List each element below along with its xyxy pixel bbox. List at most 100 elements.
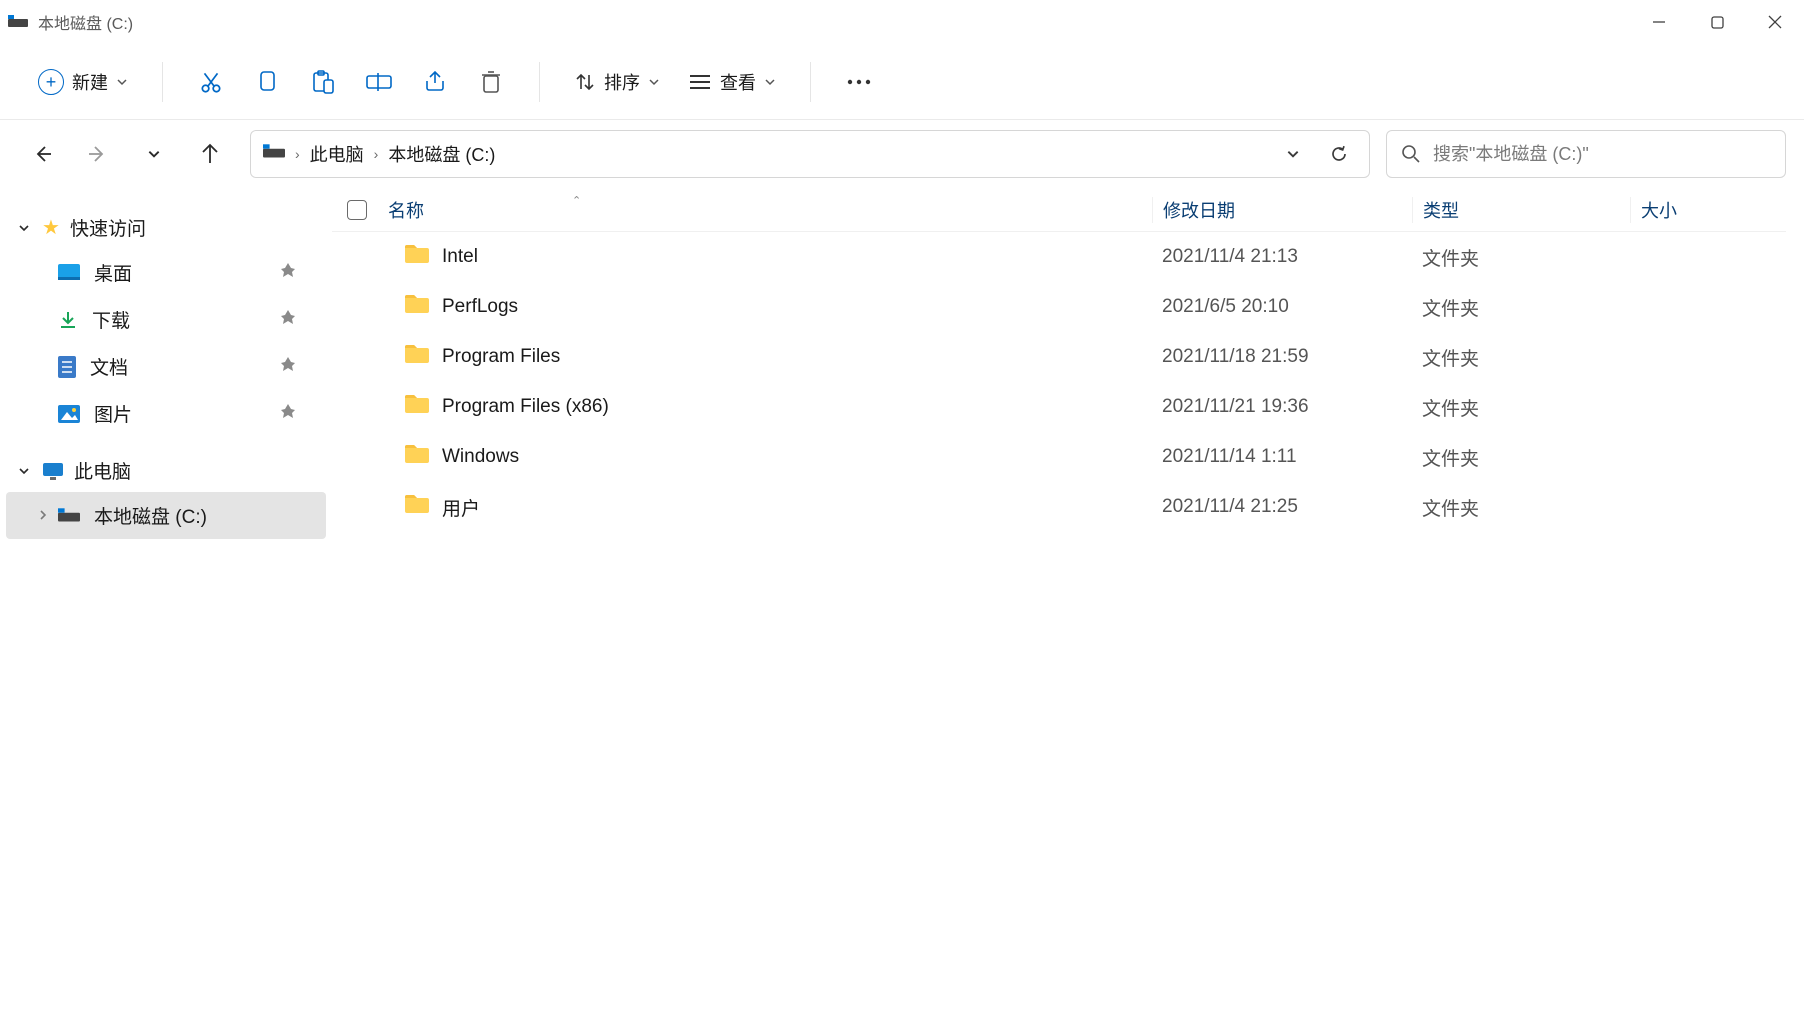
delete-button[interactable]: [463, 54, 519, 110]
drive-icon: [8, 15, 28, 29]
sidebar-item-label: 下载: [92, 306, 130, 333]
this-pc-label: 此电脑: [74, 457, 131, 484]
sidebar-item-label: 本地磁盘 (C:): [94, 502, 207, 529]
chevron-right-icon: ›: [374, 146, 379, 162]
this-pc-section: 此电脑 本地磁盘 (C:): [0, 449, 332, 539]
desktop-icon: [58, 264, 80, 282]
sidebar-item-pictures[interactable]: 图片: [0, 390, 332, 437]
folder-icon: [404, 444, 430, 470]
file-row[interactable]: Windows2021/11/14 1:11文件夹: [332, 432, 1786, 482]
forward-button[interactable]: [84, 140, 112, 168]
file-name: PerfLogs: [442, 296, 518, 318]
file-type: 文件夹: [1422, 299, 1479, 320]
folder-icon: [404, 244, 430, 270]
sidebar-item-documents[interactable]: 文档: [0, 343, 332, 390]
file-type: 文件夹: [1422, 499, 1479, 520]
sidebar-item-downloads[interactable]: 下载: [0, 296, 332, 343]
window-title: 本地磁盘 (C:): [38, 10, 133, 34]
file-row[interactable]: Intel2021/11/4 21:13文件夹: [332, 232, 1786, 282]
chevron-down-icon: [116, 76, 128, 88]
sort-button[interactable]: 排序: [560, 54, 674, 110]
chevron-down-icon: [764, 76, 776, 88]
sort-ascending-icon: ⌃: [572, 194, 581, 207]
copy-icon: [255, 69, 279, 95]
rename-button[interactable]: [351, 54, 407, 110]
close-button[interactable]: [1746, 0, 1804, 44]
breadcrumb-item[interactable]: 本地磁盘 (C:): [388, 141, 495, 167]
downloads-icon: [58, 310, 78, 330]
column-header-type[interactable]: 类型: [1412, 197, 1630, 223]
sidebar-item-desktop[interactable]: 桌面: [0, 249, 332, 296]
sidebar-item-local-disk-c[interactable]: 本地磁盘 (C:): [6, 492, 326, 539]
file-date: 2021/6/5 20:10: [1162, 296, 1289, 317]
sidebar-item-label: 桌面: [94, 259, 132, 286]
view-button[interactable]: 查看: [674, 54, 790, 110]
file-date: 2021/11/18 21:59: [1162, 346, 1309, 367]
minimize-button[interactable]: [1630, 0, 1688, 44]
navigation-pane: ★ 快速访问 桌面 下载 文档: [0, 188, 332, 1034]
delete-icon: [479, 69, 503, 95]
this-pc-header[interactable]: 此电脑: [0, 449, 332, 492]
separator: [162, 62, 163, 102]
sidebar-item-label: 文档: [90, 353, 128, 380]
chevron-down-icon: [16, 465, 32, 477]
folder-icon: [404, 394, 430, 420]
column-header-name[interactable]: 名称 ⌃: [382, 197, 1152, 223]
file-row[interactable]: PerfLogs 2021/6/5 20:10 文件夹: [332, 282, 1786, 332]
file-row[interactable]: 用户2021/11/4 21:25文件夹: [332, 482, 1786, 532]
column-header-date[interactable]: 修改日期: [1152, 197, 1412, 223]
more-button[interactable]: [831, 54, 887, 110]
paste-button[interactable]: [295, 54, 351, 110]
maximize-button[interactable]: [1688, 0, 1746, 44]
file-name: Intel: [442, 246, 478, 268]
column-header-size[interactable]: 大小: [1630, 197, 1786, 223]
file-date: 2021/11/4 21:25: [1162, 496, 1298, 517]
file-date: 2021/11/4 21:13: [1162, 246, 1298, 267]
file-name: Program Files: [442, 346, 560, 368]
file-list: 名称 ⌃ 修改日期 类型 大小 Intel2021/11/4 21:13文件夹P…: [332, 188, 1804, 1034]
breadcrumb-item[interactable]: 此电脑: [310, 141, 364, 167]
select-all-checkbox[interactable]: [347, 200, 367, 220]
sidebar-item-label: 图片: [94, 400, 132, 427]
share-button[interactable]: [407, 54, 463, 110]
copy-button[interactable]: [239, 54, 295, 110]
chevron-down-icon: [16, 222, 32, 234]
file-name: Windows: [442, 446, 519, 468]
folder-icon: [404, 344, 430, 370]
star-icon: ★: [42, 215, 60, 240]
file-type: 文件夹: [1422, 349, 1479, 370]
nav-buttons: [18, 140, 234, 168]
cut-button[interactable]: [183, 54, 239, 110]
pin-icon: [280, 262, 296, 284]
select-all-column[interactable]: [332, 200, 382, 220]
separator: [539, 62, 540, 102]
drive-icon: [263, 144, 285, 165]
back-button[interactable]: [28, 140, 56, 168]
file-date: 2021/11/21 19:36: [1162, 396, 1309, 417]
pin-icon: [280, 403, 296, 425]
up-button[interactable]: [196, 140, 224, 168]
quick-access-header[interactable]: ★ 快速访问: [0, 206, 332, 249]
search-input[interactable]: [1433, 144, 1771, 165]
pictures-icon: [58, 405, 80, 423]
file-type: 文件夹: [1422, 399, 1479, 420]
documents-icon: [58, 356, 76, 378]
address-dropdown-button[interactable]: [1275, 136, 1311, 172]
address-bar[interactable]: › 此电脑 › 本地磁盘 (C:): [250, 130, 1370, 178]
rename-icon: [365, 70, 393, 94]
paste-icon: [310, 69, 336, 95]
quick-access-label: 快速访问: [70, 214, 146, 241]
sort-label: 排序: [604, 69, 640, 95]
toolbar: + 新建 排序 查看: [0, 44, 1804, 120]
navigation-row: › 此电脑 › 本地磁盘 (C:): [0, 120, 1804, 188]
pin-icon: [280, 356, 296, 378]
recent-locations-button[interactable]: [140, 140, 168, 168]
new-button[interactable]: + 新建: [24, 54, 142, 110]
refresh-button[interactable]: [1321, 136, 1357, 172]
view-icon: [688, 72, 712, 92]
file-row[interactable]: Program Files (x86)2021/11/21 19:36文件夹: [332, 382, 1786, 432]
view-label: 查看: [720, 69, 756, 95]
search-bar[interactable]: [1386, 130, 1786, 178]
folder-icon: [404, 494, 430, 520]
file-row[interactable]: Program Files 2021/11/18 21:59 文件夹: [332, 332, 1786, 382]
